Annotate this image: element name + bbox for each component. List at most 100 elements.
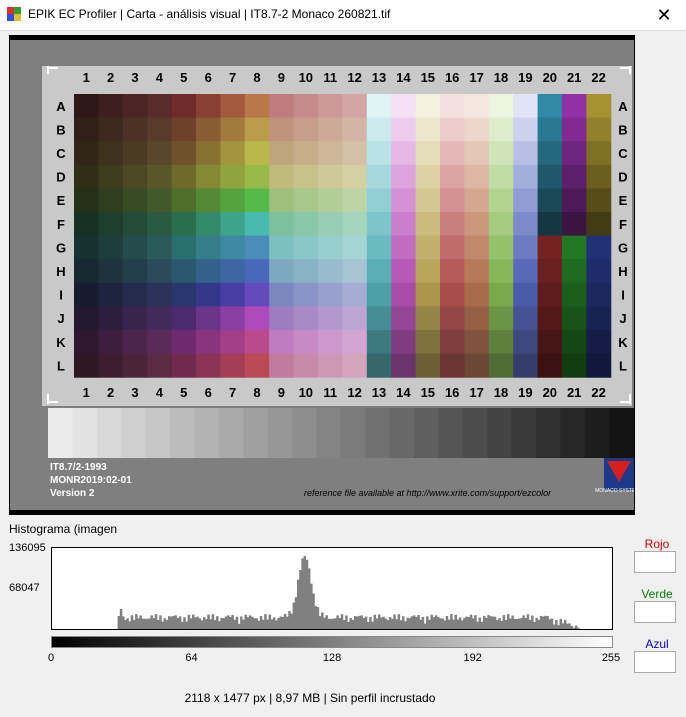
histogram-bar [561, 623, 565, 629]
color-patch [171, 141, 197, 166]
color-patch [318, 141, 343, 166]
gray-step [584, 408, 610, 458]
histogram-bar [259, 616, 263, 629]
histogram-bar [178, 616, 182, 629]
target-grid-label: A [56, 99, 66, 114]
histogram-bar [157, 619, 160, 629]
color-patch [415, 141, 441, 166]
histogram-title: Histograma (imagen [9, 522, 118, 536]
histogram-bar [235, 616, 239, 629]
blue-channel-field[interactable] [634, 651, 676, 673]
color-patch [342, 282, 368, 307]
histogram-bar [268, 614, 272, 629]
color-patch [415, 330, 441, 355]
color-patch [98, 282, 124, 307]
target-grid-label: B [618, 122, 627, 137]
histogram-bar [167, 616, 171, 629]
color-patch [244, 259, 270, 284]
color-patch [171, 94, 197, 119]
color-patch [537, 306, 563, 331]
histogram-bar [533, 621, 536, 629]
target-grid-label: D [618, 170, 627, 185]
histogram-bar [563, 619, 567, 629]
histogram-bar [452, 619, 455, 629]
color-patch [74, 141, 99, 166]
color-patch [171, 235, 197, 260]
color-patch [440, 282, 465, 307]
histogram-bar [185, 621, 188, 629]
histogram-bar [126, 618, 129, 629]
target-grid-label: 19 [518, 70, 532, 85]
histogram-bar [388, 617, 392, 629]
histogram-bar [528, 619, 532, 629]
histogram-bar [141, 618, 145, 629]
gray-step [72, 408, 98, 458]
color-patch [98, 330, 124, 355]
gray-step [292, 408, 317, 458]
color-patch [122, 306, 148, 331]
target-grid-label: F [619, 217, 627, 232]
histogram-bar [498, 618, 501, 629]
histogram-bar [458, 617, 462, 629]
histogram-bar [270, 619, 274, 629]
histogram-bar [550, 618, 554, 629]
histogram-bar [301, 558, 304, 629]
color-patch [74, 235, 99, 260]
histogram-bar [220, 617, 223, 629]
color-patch [586, 164, 612, 189]
color-patch [244, 330, 270, 355]
histogram-bar [240, 616, 243, 629]
color-patch [488, 164, 514, 189]
color-patch [269, 141, 295, 166]
target-grid-label: K [618, 335, 628, 350]
color-patch [98, 164, 124, 189]
color-patch [196, 259, 221, 284]
target-grid-label: J [619, 311, 626, 326]
histogram-bar [482, 615, 486, 629]
target-grid-label: 21 [567, 385, 581, 400]
color-patch [220, 164, 246, 189]
histogram-tick-label: 255 [601, 652, 621, 664]
color-patch [537, 259, 563, 284]
color-patch [318, 164, 343, 189]
histogram-tick-label: 0 [47, 652, 55, 664]
color-patch [586, 353, 612, 378]
target-grid-label: 10 [299, 70, 313, 85]
red-channel-field[interactable] [634, 551, 676, 573]
color-patch [440, 306, 465, 331]
color-patch [513, 306, 539, 331]
color-patch [196, 235, 221, 260]
target-grid-label: 5 [180, 70, 187, 85]
green-channel-field[interactable] [634, 601, 676, 623]
histogram-bar [402, 616, 405, 629]
histogram-bar [192, 614, 195, 629]
histogram-bar [500, 620, 503, 629]
histogram-bar [196, 616, 199, 629]
histogram-bar [137, 618, 140, 629]
color-patch [464, 212, 490, 237]
target-grid-label: 3 [131, 70, 138, 85]
histogram-bar [393, 614, 396, 629]
close-icon[interactable]: ✕ [650, 3, 678, 27]
histogram-bar [454, 614, 457, 629]
color-patch [562, 212, 587, 237]
histogram-bar [152, 618, 156, 629]
histogram-bar [229, 616, 232, 629]
color-patch [122, 282, 148, 307]
histogram-bar [128, 621, 132, 629]
color-patch [488, 141, 514, 166]
color-patch [513, 330, 539, 355]
color-patch [562, 259, 587, 284]
histogram-bar [474, 615, 477, 629]
color-patch [440, 235, 465, 260]
target-grid-label: 17 [469, 70, 483, 85]
histogram-bar [426, 616, 429, 629]
color-patch [513, 353, 539, 378]
luminance-gradient-bar [51, 636, 613, 648]
color-patch [537, 282, 563, 307]
histogram-bar [279, 616, 282, 629]
color-patch [171, 330, 197, 355]
histogram-bar [231, 614, 234, 629]
color-patch [537, 164, 563, 189]
color-patch [122, 330, 148, 355]
